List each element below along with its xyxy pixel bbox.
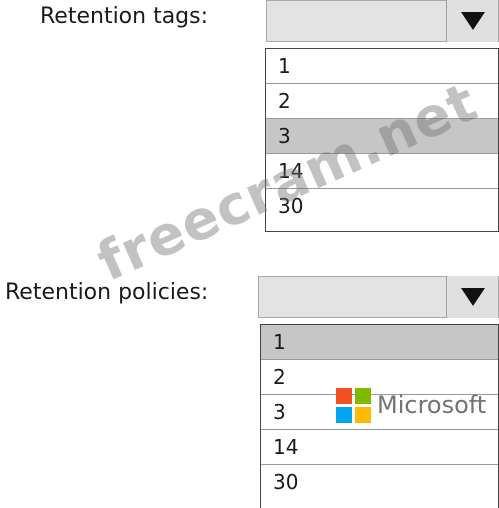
retention-tags-dropdown[interactable] [266,0,499,42]
retention-policies-option[interactable]: 14 [261,430,498,465]
retention-tags-option[interactable]: 30 [266,189,498,224]
retention-tags-option-highlighted[interactable]: 3 [266,119,498,154]
retention-policies-option[interactable]: 30 [261,465,498,500]
retention-tags-label: Retention tags: [40,4,209,29]
microsoft-logo-icon [336,388,372,424]
triangle-down-icon [460,12,485,30]
retention-policies-label: Retention policies: [5,280,209,305]
retention-tags-option[interactable]: 14 [266,154,498,189]
microsoft-logo-text: Microsoft [377,391,487,419]
logo-square-blue [336,407,352,423]
retention-policies-dropdown[interactable] [258,276,499,318]
triangle-down-icon [460,288,485,306]
retention-tags-options-list: 1 2 3 14 30 [265,48,499,232]
logo-square-green [355,388,371,404]
retention-tags-dropdown-button[interactable] [446,0,498,42]
logo-square-red [336,388,352,404]
logo-square-yellow [355,407,371,423]
retention-policies-dropdown-button[interactable] [446,276,498,318]
retention-tags-option[interactable]: 1 [266,49,498,84]
retention-tags-option[interactable]: 2 [266,84,498,119]
retention-policies-option-highlighted[interactable]: 1 [261,325,498,360]
